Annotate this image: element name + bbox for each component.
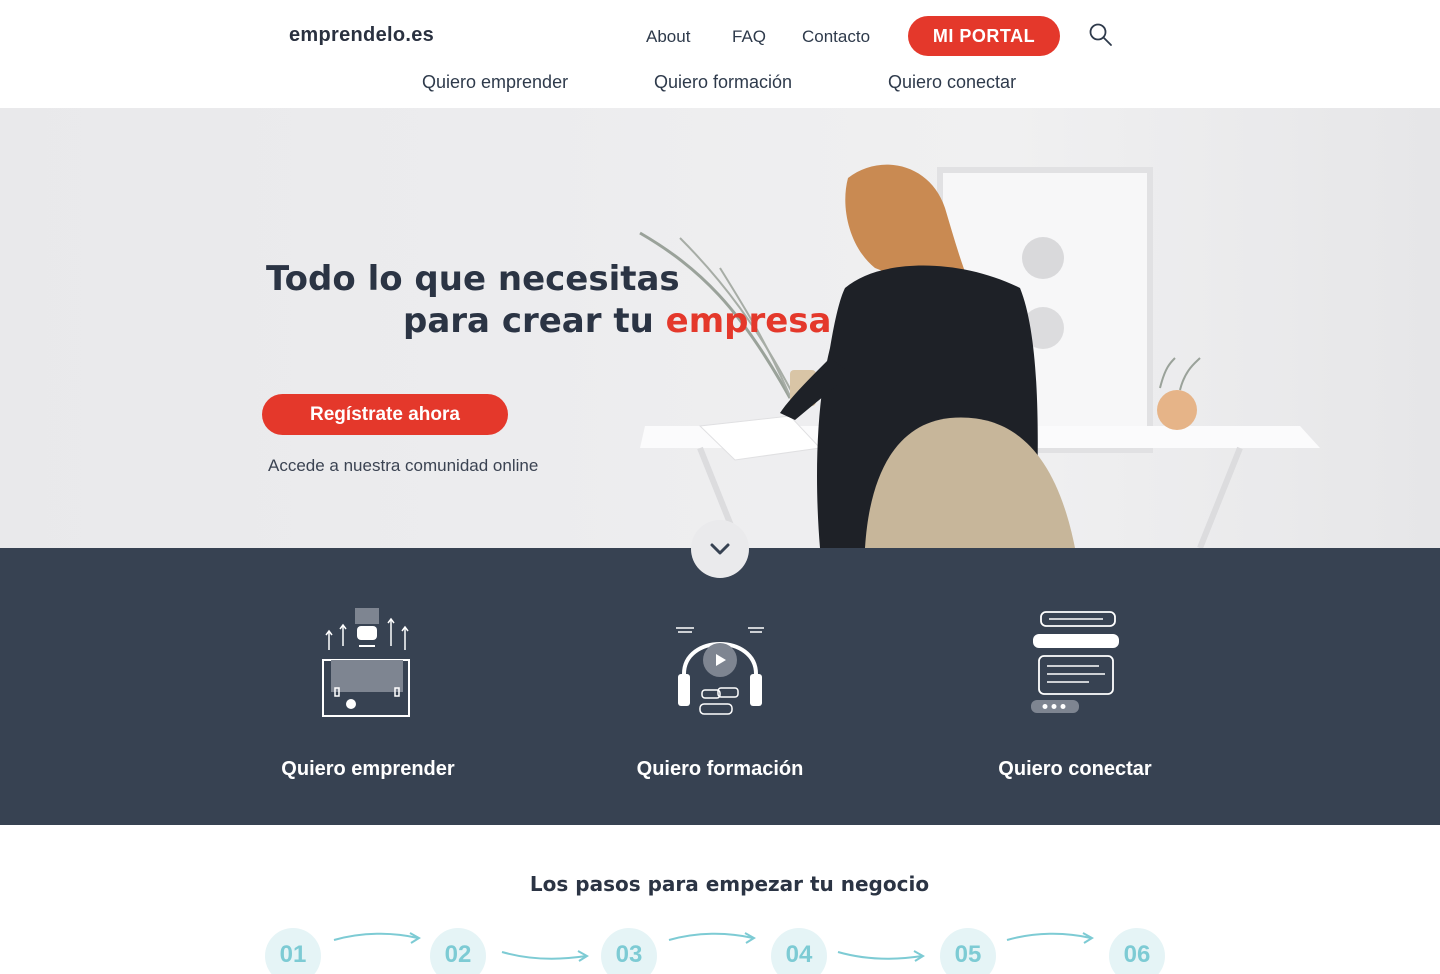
subnav-quiero-emprender[interactable]: Quiero emprender <box>422 72 568 93</box>
arrow-right-icon <box>1006 932 1094 944</box>
step-05[interactable]: 05 <box>940 928 996 974</box>
step-06[interactable]: 06 <box>1109 928 1165 974</box>
hero-section: Todo lo que necesitas para crear tu empr… <box>0 108 1440 548</box>
hero-title-line2-text: para crear tu <box>403 301 666 341</box>
chevron-down-icon <box>710 543 730 555</box>
category-conectar-label: Quiero conectar <box>998 758 1152 780</box>
nav-about-link[interactable]: About <box>646 27 690 47</box>
category-emprender-label: Quiero emprender <box>281 758 455 780</box>
category-conectar[interactable]: Quiero conectar <box>925 548 1225 825</box>
search-icon[interactable] <box>1088 22 1114 48</box>
category-formacion[interactable]: Quiero formación <box>570 548 870 825</box>
arrow-right-icon <box>333 932 421 944</box>
mi-portal-button[interactable]: MI PORTAL <box>908 16 1060 56</box>
site-header: emprendelo.es About FAQ Contacto MI PORT… <box>0 0 1440 108</box>
register-now-button[interactable]: Regístrate ahora <box>262 394 508 435</box>
nav-faq-link[interactable]: FAQ <box>732 27 766 47</box>
arrow-right-icon <box>501 950 589 962</box>
hero-cta-subtext: Accede a nuestra comunidad online <box>268 456 539 475</box>
nav-contacto-link[interactable]: Contacto <box>802 27 870 47</box>
chat-messages-icon <box>1031 611 1119 713</box>
hero-title-accent: empresa <box>665 301 832 341</box>
step-03[interactable]: 03 <box>601 928 657 974</box>
hero-title: Todo lo que necesitas para crear tu empr… <box>266 258 832 342</box>
arrow-right-icon <box>668 932 756 944</box>
headphones-play-icon <box>676 627 764 715</box>
site-logo[interactable]: emprendelo.es <box>289 24 434 47</box>
subnav-quiero-conectar[interactable]: Quiero conectar <box>888 72 1016 93</box>
category-emprender[interactable]: Quiero emprender <box>218 548 518 825</box>
arrow-right-icon <box>837 950 925 962</box>
briefcase-growth-icon <box>322 608 410 717</box>
step-04[interactable]: 04 <box>771 928 827 974</box>
hero-title-line2: para crear tu empresa <box>266 300 832 342</box>
subnav-quiero-formacion[interactable]: Quiero formación <box>654 72 792 93</box>
categories-section: Quiero emprender Quiero formación Quiero… <box>0 548 1440 825</box>
category-formacion-label: Quiero formación <box>636 758 804 780</box>
scroll-down-button[interactable] <box>691 520 749 578</box>
steps-title: Los pasos para empezar tu negocio <box>529 872 930 896</box>
hero-title-line1: Todo lo que necesitas <box>266 259 680 299</box>
step-02[interactable]: 02 <box>430 928 486 974</box>
step-01[interactable]: 01 <box>265 928 321 974</box>
